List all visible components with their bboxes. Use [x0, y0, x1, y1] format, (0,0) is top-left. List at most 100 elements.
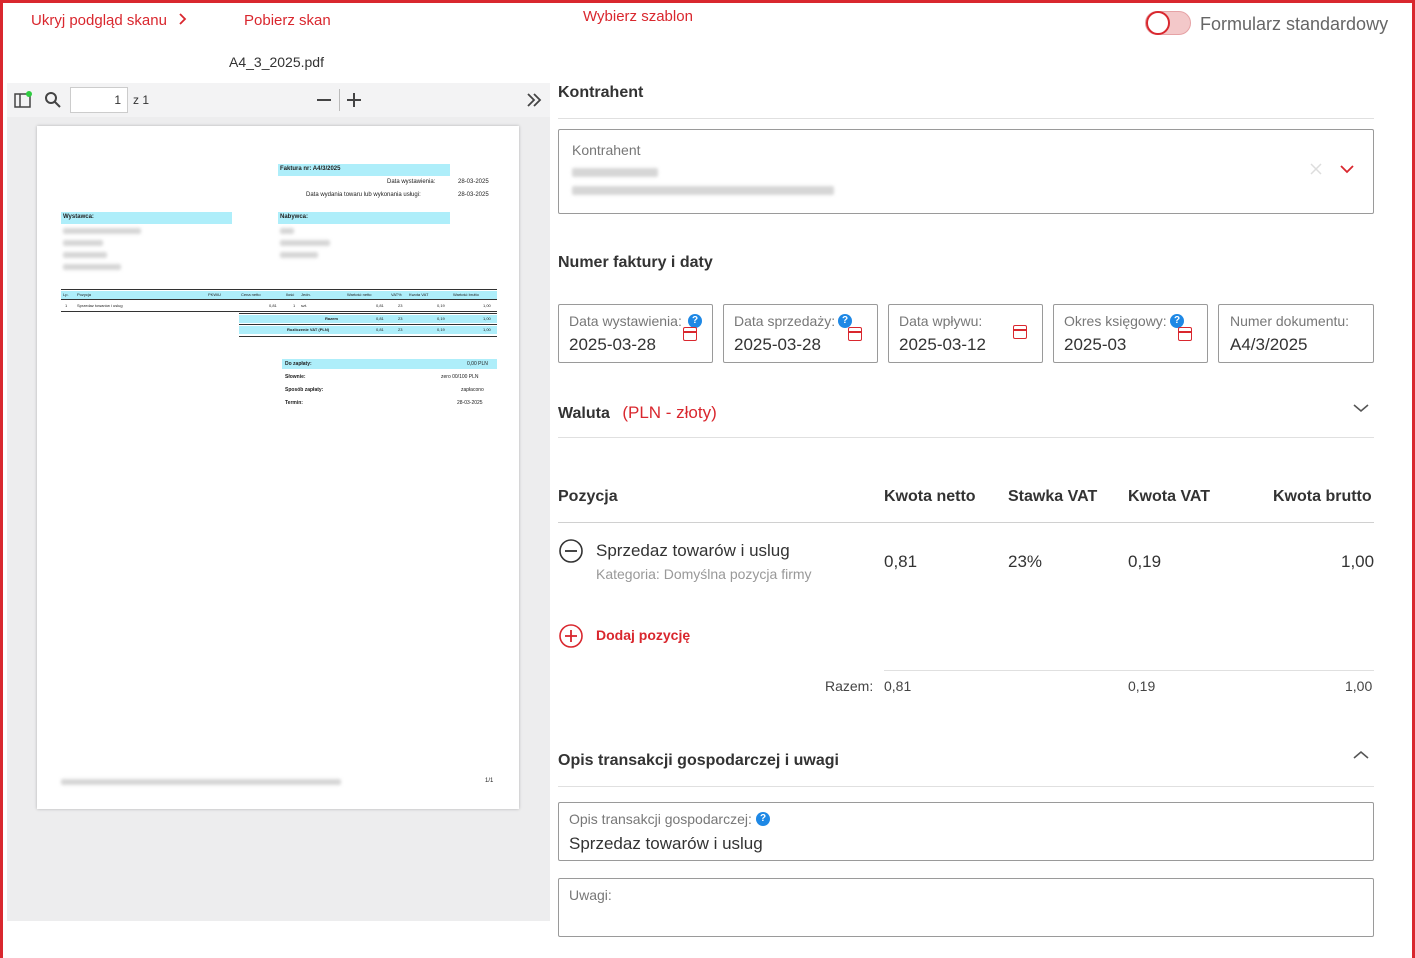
pdf-row-price: 0,81	[269, 303, 277, 308]
add-circle-icon	[558, 623, 584, 654]
pdf-row-gross: 1,00	[483, 303, 491, 308]
chevron-down-icon[interactable]	[1339, 162, 1355, 180]
divider	[558, 786, 1374, 787]
toggle-knob	[1146, 11, 1170, 35]
pdf-buyer-label: Nabywca:	[280, 214, 309, 220]
pdf-row-unit: szt.	[301, 303, 308, 308]
accounting-period-field[interactable]: Okres księgowy: ? 2025-03	[1053, 304, 1208, 363]
accounting-period-label: Okres księgowy:	[1064, 313, 1167, 329]
invoice-dates-title: Numer faktury i daty	[558, 254, 713, 271]
double-chevron-right-icon[interactable]	[526, 92, 542, 113]
pdf-row-lp: 1	[65, 303, 68, 308]
pdf-issue-label: Data wystawienia:	[387, 179, 436, 185]
document-number-value: A4/3/2025	[1230, 335, 1308, 354]
pdf-termin-val: 28-03-2025	[457, 400, 483, 406]
remove-position-icon[interactable]	[558, 538, 584, 569]
sale-date-value: 2025-03-28	[734, 335, 821, 354]
issue-date-label: Data wystawienia:	[569, 313, 682, 329]
kontrahent-title: Kontrahent	[558, 84, 644, 101]
pdf-filename: A4_3_2025.pdf	[229, 54, 324, 70]
standard-form-label: Formularz standardowy	[1200, 14, 1389, 34]
col-gross: Kwota brutto	[1273, 488, 1372, 505]
calendar-icon[interactable]	[848, 327, 862, 341]
description-value: Sprzedaz towarów i uslug	[569, 834, 763, 853]
help-icon[interactable]: ?	[756, 812, 770, 826]
pdf-row-vat: 0,19	[437, 303, 445, 308]
notes-field[interactable]: Uwagi:	[558, 878, 1374, 937]
pdf-th-pos: Pozycja	[77, 292, 92, 297]
col-position: Pozycja	[558, 488, 618, 505]
document-number-label: Numer dokumentu:	[1230, 313, 1350, 329]
item-vat: 0,19	[1128, 552, 1162, 571]
pdf-th-price: Cena netto	[241, 292, 261, 297]
pdf-termin-label: Termin:	[285, 400, 303, 406]
divider	[558, 437, 1374, 438]
total-vat: 0,19	[1128, 678, 1156, 694]
clear-icon[interactable]	[1309, 162, 1323, 181]
currency-section[interactable]: Waluta (PLN - złoty)	[558, 403, 717, 423]
receipt-date-value: 2025-03-12	[899, 335, 986, 354]
kontrahent-name-redacted	[572, 168, 658, 177]
pdf-razem-net: 0,81	[376, 316, 384, 321]
pdf-invoice-no: Faktura nr: A4/3/2025	[280, 166, 341, 172]
sale-date-field[interactable]: Data sprzedaży: ? 2025-03-28	[723, 304, 878, 363]
calendar-icon[interactable]	[1013, 325, 1027, 339]
search-icon[interactable]	[44, 91, 62, 114]
divider	[558, 118, 1374, 119]
receipt-date-field[interactable]: Data wpływu: 2025-03-12	[888, 304, 1043, 363]
calendar-icon[interactable]	[683, 327, 697, 341]
issue-date-value: 2025-03-28	[569, 335, 656, 354]
zoom-in-icon[interactable]	[346, 91, 362, 114]
page-total: z 1	[133, 93, 150, 107]
issue-date-field[interactable]: Data wystawienia: ? 2025-03-28	[558, 304, 713, 363]
help-icon[interactable]: ?	[688, 314, 702, 328]
pdf-seller-label: Wystawca:	[63, 214, 94, 220]
pdf-rozl-vatp: 23	[398, 327, 403, 332]
divider	[884, 670, 1374, 671]
pdf-rozl-net: 0,81	[376, 327, 384, 332]
description-field[interactable]: Opis transakcji gospodarczej: ? Sprzedaz…	[558, 802, 1374, 861]
page-number-input[interactable]: 1	[70, 87, 128, 113]
pdf-row-qty: 1	[293, 303, 296, 308]
notes-label: Uwagi:	[569, 887, 612, 903]
description-title: Opis transakcji gospodarczej i uwagi	[558, 752, 839, 769]
pdf-th-gross: Wartość brutto	[453, 292, 479, 297]
pdf-th-vatp: VAT%	[391, 292, 402, 297]
pdf-th-unit: Jedn.	[301, 292, 311, 297]
download-scan-link[interactable]: Pobierz skan	[244, 12, 331, 29]
add-position-label: Dodaj pozycję	[596, 627, 691, 643]
choose-template-link[interactable]: Wybierz szablon	[583, 8, 693, 25]
standard-form-toggle[interactable]	[1145, 11, 1191, 35]
currency-label: Waluta	[558, 405, 610, 422]
col-vat-rate: Stawka VAT	[1008, 488, 1098, 505]
chevron-down-icon[interactable]	[1352, 401, 1370, 419]
receipt-date-label: Data wpływu:	[899, 313, 983, 329]
currency-value: (PLN - złoty)	[622, 403, 717, 422]
pdf-th-pkwiu: PKWiU	[208, 292, 221, 297]
help-icon[interactable]: ?	[1170, 314, 1184, 328]
item-category: Kategoria: Domyślna pozycja firmy	[596, 566, 812, 582]
hide-preview-link[interactable]: Ukryj podgląd skanu	[31, 12, 187, 29]
hide-preview-label: Ukryj podgląd skanu	[31, 12, 167, 29]
item-name[interactable]: Sprzedaz towarów i uslug	[596, 541, 790, 561]
chevron-up-icon[interactable]	[1352, 748, 1370, 766]
pdf-row-vatp: 23	[398, 303, 403, 308]
document-number-field[interactable]: Numer dokumentu: A4/3/2025	[1218, 304, 1374, 363]
calendar-icon[interactable]	[1178, 327, 1192, 341]
pdf-th-vat: Kwota VAT	[409, 292, 429, 297]
col-net: Kwota netto	[884, 488, 976, 505]
pdf-razem-label: Razem	[325, 316, 338, 321]
pdf-viewer: 1 z 1 Faktura nr: A4/3/2025 Data wystawi…	[7, 83, 550, 921]
sidebar-toggle-icon[interactable]	[14, 91, 32, 114]
pdf-row-name: Sprzedaz towarów i uslug	[77, 303, 123, 308]
help-icon[interactable]: ?	[838, 314, 852, 328]
pdf-slownie-val: zero 00/100 PLN	[441, 374, 479, 380]
total-label: Razem:	[825, 678, 874, 694]
description-label: Opis transakcji gospodarczej:	[569, 811, 752, 827]
item-vat-rate: 23%	[1008, 552, 1043, 571]
kontrahent-select[interactable]: Kontrahent	[558, 129, 1374, 214]
pdf-page-no: 1/1	[485, 778, 494, 784]
zoom-out-icon[interactable]	[316, 91, 332, 114]
pdf-do-zaplaty-val: 0,00 PLN	[467, 361, 488, 367]
pdf-th-net: Wartość netto	[347, 292, 372, 297]
